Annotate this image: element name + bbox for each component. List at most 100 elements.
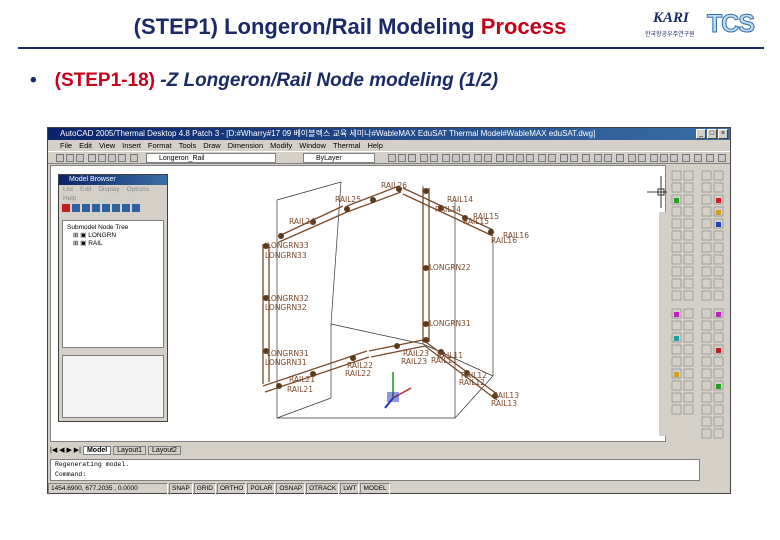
window-titlebar[interactable]: AutoCAD 2005/Thermal Desktop 4.8 Patch 3… (48, 128, 730, 140)
view-icon[interactable] (538, 154, 546, 162)
view-icon[interactable] (682, 154, 690, 162)
copy-icon[interactable] (108, 154, 116, 162)
mb-tool-icon[interactable] (122, 204, 130, 212)
zoom-icon[interactable] (452, 154, 460, 162)
tab-layout2[interactable]: Layout2 (148, 446, 181, 455)
menu-modify[interactable]: Modify (270, 140, 292, 151)
layer-combo[interactable]: Longeron_Rail (146, 153, 276, 163)
view-icon[interactable] (670, 154, 678, 162)
view-icon[interactable] (594, 154, 602, 162)
render-icon[interactable] (474, 154, 482, 162)
polar-toggle[interactable]: POLAR (247, 482, 276, 495)
pan-icon[interactable] (462, 154, 470, 162)
linetype-combo[interactable]: ByLayer (303, 153, 375, 163)
thermal-tool-icon[interactable] (398, 154, 406, 162)
menu-dimension[interactable]: Dimension (228, 140, 263, 151)
view-icon[interactable] (650, 154, 658, 162)
mb-tool-icon[interactable] (112, 204, 120, 212)
view-icon[interactable] (694, 154, 702, 162)
render-icon[interactable] (484, 154, 492, 162)
lwt-toggle[interactable]: LWT (340, 482, 360, 495)
view-icon[interactable] (548, 154, 556, 162)
mb-tool-icon[interactable] (132, 204, 140, 212)
mb-menu-list[interactable]: List (63, 185, 73, 194)
undo-icon[interactable] (130, 154, 138, 162)
menu-insert[interactable]: Insert (122, 140, 141, 151)
tool-palette[interactable] (668, 165, 730, 442)
view-icon[interactable] (718, 154, 726, 162)
model-browser-title[interactable]: Model Browser (59, 175, 167, 185)
view-icon[interactable] (526, 154, 534, 162)
view-icon[interactable] (506, 154, 514, 162)
node-label: RAIL14 (447, 195, 473, 204)
mb-tool-icon[interactable] (82, 204, 90, 212)
submodel-tree[interactable]: Submodel Node Tree ⊞ ▣ LONGRN ⊞ ▣ RAIL (62, 220, 164, 348)
thermal-tool-icon[interactable] (408, 154, 416, 162)
menu-tools[interactable]: Tools (179, 140, 197, 151)
view-icon[interactable] (516, 154, 524, 162)
view-icon[interactable] (628, 154, 636, 162)
command-window[interactable]: Regenerating model. Command: (50, 459, 700, 481)
view-icon[interactable] (570, 154, 578, 162)
zoom-icon[interactable] (442, 154, 450, 162)
crosshair-icon (647, 176, 667, 208)
tree-root[interactable]: Submodel Node Tree (67, 224, 159, 232)
print-icon[interactable] (88, 154, 96, 162)
command-history: Regenerating model. (55, 461, 130, 468)
thermal-tool-icon[interactable] (430, 154, 438, 162)
model-toggle[interactable]: MODEL (360, 482, 390, 495)
title-text: (STEP1) Longeron/Rail Modeling (133, 14, 481, 39)
menu-file[interactable]: File (60, 140, 72, 151)
menu-thermal[interactable]: Thermal (333, 140, 361, 151)
paste-icon[interactable] (118, 154, 126, 162)
tab-model[interactable]: Model (82, 446, 112, 455)
command-prompt[interactable]: Command: (55, 470, 699, 480)
menu-draw[interactable]: Draw (203, 140, 221, 151)
tree-item-rail[interactable]: ⊞ ▣ RAIL (67, 240, 159, 248)
menubar: File Edit View Insert Format Tools Draw … (48, 140, 730, 151)
tab-nav-arrows[interactable]: |◀ ◀ ▶ ▶| (50, 447, 81, 454)
step-bullet: • (STEP1-18) -Z Longeron/Rail Node modeli… (30, 70, 498, 92)
mb-tool-icon[interactable] (72, 204, 80, 212)
view-icon[interactable] (706, 154, 714, 162)
menu-help[interactable]: Help (367, 140, 382, 151)
kari-logo: KARI 한국항공우주연구원 (645, 8, 703, 44)
minimize-button[interactable]: _ (696, 129, 706, 139)
menu-view[interactable]: View (99, 140, 115, 151)
otrack-toggle[interactable]: OTRACK (306, 482, 340, 495)
grid-toggle[interactable]: GRID (193, 482, 216, 495)
view-icon[interactable] (496, 154, 504, 162)
save-icon[interactable] (76, 154, 84, 162)
mb-tool-icon[interactable] (92, 204, 100, 212)
mb-menu-help[interactable]: Help (63, 194, 76, 203)
thermal-tool-icon[interactable] (388, 154, 396, 162)
mb-tool-icon[interactable] (62, 204, 70, 212)
drawing-canvas[interactable]: RAIL14 RAIL15 RAIL16 RAIL26 RAIL25 RAIL2… (50, 165, 667, 442)
mb-menu-display[interactable]: Display (98, 185, 119, 194)
mb-menu-options[interactable]: Options (127, 185, 149, 194)
node-label: RAIL14 (435, 205, 461, 214)
open-file-icon[interactable] (66, 154, 74, 162)
menu-edit[interactable]: Edit (79, 140, 92, 151)
mb-tool-icon[interactable] (102, 204, 110, 212)
osnap-toggle[interactable]: OSNAP (276, 482, 306, 495)
view-icon[interactable] (660, 154, 668, 162)
tree-item-longrn[interactable]: ⊞ ▣ LONGRN (67, 232, 159, 240)
node-label: LONGRN31 (265, 358, 307, 367)
view-icon[interactable] (638, 154, 646, 162)
close-button[interactable]: × (718, 129, 728, 139)
menu-format[interactable]: Format (148, 140, 172, 151)
cut-icon[interactable] (98, 154, 106, 162)
view-icon[interactable] (582, 154, 590, 162)
tab-layout1[interactable]: Layout1 (113, 446, 147, 455)
ortho-toggle[interactable]: ORTHO (216, 482, 247, 495)
mb-menu-edit[interactable]: Edit (80, 185, 91, 194)
maximize-button[interactable]: □ (707, 129, 717, 139)
view-icon[interactable] (616, 154, 624, 162)
snap-toggle[interactable]: SNAP (169, 482, 193, 495)
thermal-tool-icon[interactable] (420, 154, 428, 162)
menu-window[interactable]: Window (299, 140, 326, 151)
view-icon[interactable] (560, 154, 568, 162)
new-file-icon[interactable] (56, 154, 64, 162)
view-icon[interactable] (604, 154, 612, 162)
